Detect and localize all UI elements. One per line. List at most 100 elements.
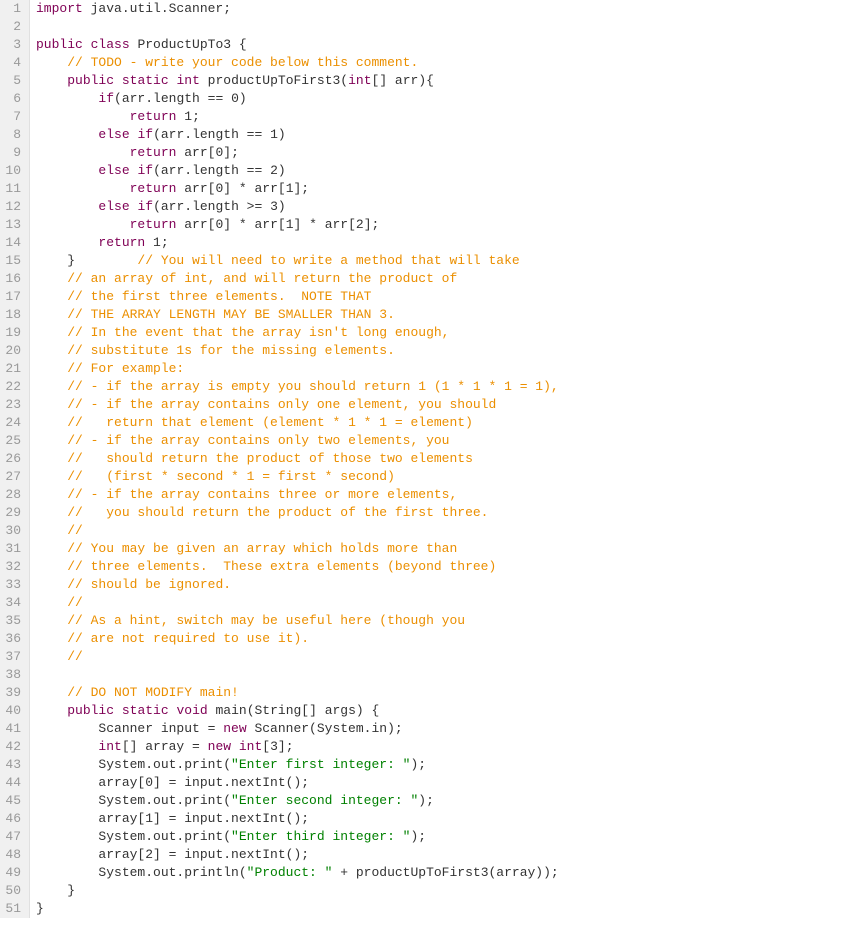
code-line[interactable]: array[0] = input.nextInt(); bbox=[36, 774, 848, 792]
code-token bbox=[36, 199, 98, 214]
line-number: 17 bbox=[4, 288, 21, 306]
code-token bbox=[36, 343, 67, 358]
line-number: 30 bbox=[4, 522, 21, 540]
code-line[interactable]: else if(arr.length == 1) bbox=[36, 126, 848, 144]
code-token: ) bbox=[239, 91, 247, 106]
code-editor-area[interactable]: import java.util.Scanner; public class P… bbox=[30, 0, 848, 918]
code-line[interactable]: // you should return the product of the … bbox=[36, 504, 848, 522]
code-line[interactable]: // (first * second * 1 = first * second) bbox=[36, 468, 848, 486]
code-line[interactable]: // return that element (element * 1 * 1 … bbox=[36, 414, 848, 432]
code-token: productUpToFirst3( bbox=[200, 73, 348, 88]
code-line[interactable]: Scanner input = new Scanner(System.in); bbox=[36, 720, 848, 738]
code-line[interactable]: // You may be given an array which holds… bbox=[36, 540, 848, 558]
code-line[interactable]: // As a hint, switch may be useful here … bbox=[36, 612, 848, 630]
code-line[interactable]: // bbox=[36, 648, 848, 666]
code-line[interactable]: // - if the array contains only two elem… bbox=[36, 432, 848, 450]
code-token bbox=[36, 361, 67, 376]
code-token: arr[ bbox=[176, 181, 215, 196]
code-line[interactable] bbox=[36, 666, 848, 684]
code-line[interactable]: else if(arr.length == 2) bbox=[36, 162, 848, 180]
code-token: ] = input.nextInt(); bbox=[153, 811, 309, 826]
code-token: [ bbox=[262, 739, 270, 754]
code-line[interactable]: return arr[0] * arr[1] * arr[2]; bbox=[36, 216, 848, 234]
code-line[interactable]: // In the event that the array isn't lon… bbox=[36, 324, 848, 342]
code-line[interactable] bbox=[36, 18, 848, 36]
code-line[interactable]: // an array of int, and will return the … bbox=[36, 270, 848, 288]
code-token bbox=[36, 487, 67, 502]
line-number: 50 bbox=[4, 882, 21, 900]
code-token: ]; bbox=[278, 739, 294, 754]
code-token: new bbox=[208, 739, 231, 754]
line-number: 21 bbox=[4, 360, 21, 378]
code-line[interactable]: } bbox=[36, 900, 848, 918]
code-token: 2 bbox=[356, 217, 364, 232]
code-line[interactable]: if(arr.length == 0) bbox=[36, 90, 848, 108]
code-line[interactable]: // For example: bbox=[36, 360, 848, 378]
code-line[interactable]: System.out.print("Enter first integer: "… bbox=[36, 756, 848, 774]
code-line[interactable]: public static void main(String[] args) { bbox=[36, 702, 848, 720]
code-token: ; bbox=[161, 235, 169, 250]
code-line[interactable]: // should be ignored. bbox=[36, 576, 848, 594]
code-line[interactable]: // - if the array contains three or more… bbox=[36, 486, 848, 504]
line-number: 11 bbox=[4, 180, 21, 198]
code-line[interactable]: return 1; bbox=[36, 234, 848, 252]
code-token: 1 bbox=[184, 109, 192, 124]
code-line[interactable]: public class ProductUpTo3 { bbox=[36, 36, 848, 54]
code-token: 1 bbox=[145, 811, 153, 826]
code-line[interactable]: // the first three elements. NOTE THAT bbox=[36, 288, 848, 306]
code-line[interactable]: // three elements. These extra elements … bbox=[36, 558, 848, 576]
code-token: ] * arr[ bbox=[223, 217, 285, 232]
code-line[interactable]: // DO NOT MODIFY main! bbox=[36, 684, 848, 702]
code-token bbox=[36, 541, 67, 556]
code-token: ] * arr[ bbox=[223, 181, 285, 196]
code-token: // bbox=[67, 523, 83, 538]
code-line[interactable]: else if(arr.length >= 3) bbox=[36, 198, 848, 216]
code-token bbox=[36, 469, 67, 484]
code-line[interactable]: array[2] = input.nextInt(); bbox=[36, 846, 848, 864]
code-line[interactable]: import java.util.Scanner; bbox=[36, 0, 848, 18]
code-line[interactable]: // TODO - write your code below this com… bbox=[36, 54, 848, 72]
code-line[interactable]: } bbox=[36, 882, 848, 900]
code-line[interactable]: // substitute 1s for the missing element… bbox=[36, 342, 848, 360]
code-token: 3 bbox=[270, 199, 278, 214]
code-line[interactable]: int[] array = new int[3]; bbox=[36, 738, 848, 756]
code-token: import bbox=[36, 1, 83, 16]
code-line[interactable]: // - if the array is empty you should re… bbox=[36, 378, 848, 396]
code-line[interactable]: System.out.print("Enter third integer: "… bbox=[36, 828, 848, 846]
line-number: 5 bbox=[4, 72, 21, 90]
code-token bbox=[36, 739, 98, 754]
code-token: // you should return the product of the … bbox=[67, 505, 488, 520]
code-line[interactable]: array[1] = input.nextInt(); bbox=[36, 810, 848, 828]
code-line[interactable]: // THE ARRAY LENGTH MAY BE SMALLER THAN … bbox=[36, 306, 848, 324]
code-token: ); bbox=[410, 757, 426, 772]
code-token: if bbox=[137, 127, 153, 142]
code-line[interactable]: return arr[0]; bbox=[36, 144, 848, 162]
code-line[interactable]: public static int productUpToFirst3(int[… bbox=[36, 72, 848, 90]
code-line[interactable]: // are not required to use it). bbox=[36, 630, 848, 648]
code-token bbox=[36, 145, 130, 160]
code-line[interactable]: // bbox=[36, 594, 848, 612]
code-token: // substitute 1s for the missing element… bbox=[67, 343, 395, 358]
code-token: "Enter third integer: " bbox=[231, 829, 410, 844]
line-number-gutter: 1234567891011121314151617181920212223242… bbox=[0, 0, 30, 918]
code-token: "Product: " bbox=[247, 865, 333, 880]
code-token: 1 bbox=[270, 127, 278, 142]
line-number: 8 bbox=[4, 126, 21, 144]
code-line[interactable]: // bbox=[36, 522, 848, 540]
code-line[interactable]: // should return the product of those tw… bbox=[36, 450, 848, 468]
code-line[interactable]: return arr[0] * arr[1]; bbox=[36, 180, 848, 198]
code-token: void bbox=[176, 703, 207, 718]
code-line[interactable]: // - if the array contains only one elem… bbox=[36, 396, 848, 414]
code-line[interactable]: } // You will need to write a method tha… bbox=[36, 252, 848, 270]
code-line[interactable]: System.out.print("Enter second integer: … bbox=[36, 792, 848, 810]
code-line[interactable]: System.out.println("Product: " + product… bbox=[36, 864, 848, 882]
code-token: // As a hint, switch may be useful here … bbox=[67, 613, 465, 628]
code-line[interactable]: return 1; bbox=[36, 108, 848, 126]
code-token bbox=[36, 271, 67, 286]
code-token bbox=[36, 397, 67, 412]
line-number: 13 bbox=[4, 216, 21, 234]
code-token: else bbox=[98, 199, 129, 214]
code-token bbox=[36, 289, 67, 304]
code-token: // bbox=[67, 649, 83, 664]
code-token: [] array = bbox=[122, 739, 208, 754]
